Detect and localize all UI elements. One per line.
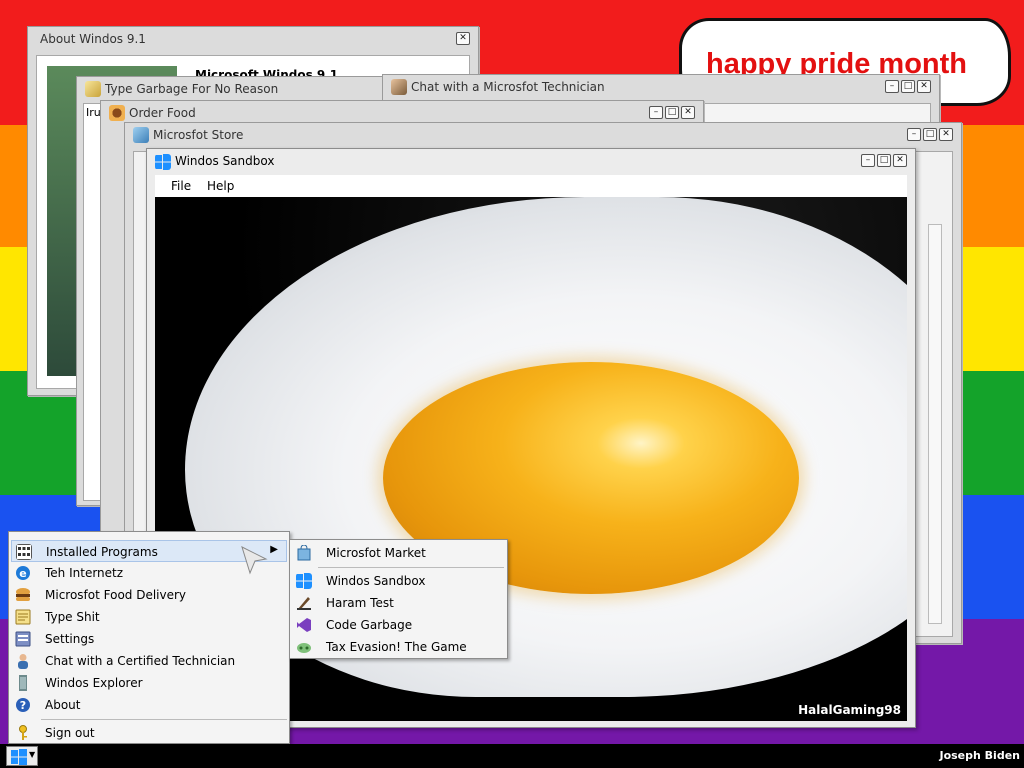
minimize-icon[interactable]: – bbox=[649, 106, 663, 119]
minimize-icon[interactable]: – bbox=[885, 80, 899, 93]
windows-logo-icon bbox=[11, 749, 27, 765]
submenu-item-code-garbage[interactable]: Code Garbage bbox=[292, 614, 506, 636]
installed-programs-submenu: Microsfot Market Windos Sandbox Haram Te… bbox=[289, 539, 508, 659]
type-garbage-title: Type Garbage For No Reason bbox=[105, 82, 279, 96]
technician-icon bbox=[391, 79, 407, 95]
start-item-type-shit[interactable]: Type Shit bbox=[11, 606, 287, 628]
start-item-label: Installed Programs bbox=[46, 545, 158, 559]
store-bag-icon bbox=[297, 545, 311, 561]
start-item-label: Settings bbox=[45, 632, 95, 646]
sandbox-titlebar[interactable]: Windos Sandbox – □ ✕ bbox=[147, 149, 915, 173]
start-item-label: Type Shit bbox=[45, 610, 100, 624]
start-item-settings[interactable]: Settings bbox=[11, 628, 287, 650]
submenu-item-tax-evasion[interactable]: Tax Evasion! The Game bbox=[292, 636, 506, 658]
programs-grid-icon bbox=[16, 544, 32, 560]
help-icon: ? bbox=[16, 698, 30, 712]
start-item-explorer[interactable]: Windos Explorer bbox=[11, 672, 287, 694]
start-item-sign-out[interactable]: Sign out bbox=[11, 722, 287, 744]
submenu-item-haram-test[interactable]: Haram Test bbox=[292, 592, 506, 614]
game-icon bbox=[297, 643, 311, 653]
start-item-label: Sign out bbox=[45, 726, 95, 740]
close-icon[interactable]: ✕ bbox=[893, 154, 907, 167]
chevron-down-icon: ▼ bbox=[29, 750, 36, 759]
svg-text:?: ? bbox=[20, 699, 26, 712]
menu-file[interactable]: File bbox=[171, 179, 191, 193]
submenu-item-label: Tax Evasion! The Game bbox=[326, 640, 467, 654]
burger-icon bbox=[16, 588, 30, 601]
pen-icon bbox=[297, 597, 311, 610]
submenu-item-label: Code Garbage bbox=[326, 618, 413, 632]
start-item-label: Windos Explorer bbox=[45, 676, 143, 690]
order-food-title: Order Food bbox=[129, 106, 196, 120]
technician-icon bbox=[18, 654, 28, 669]
start-item-label: Chat with a Certified Technician bbox=[45, 654, 236, 668]
submenu-item-label: Windos Sandbox bbox=[326, 574, 426, 588]
key-icon bbox=[19, 725, 27, 740]
start-item-about[interactable]: ? About bbox=[11, 694, 287, 716]
maximize-icon[interactable]: □ bbox=[901, 80, 915, 93]
start-item-food-delivery[interactable]: Microsfot Food Delivery bbox=[11, 584, 287, 606]
chat-titlebar[interactable]: Chat with a Microsfot Technician – □ ✕ bbox=[383, 75, 939, 99]
about-titlebar[interactable]: About Windos 9.1 ✕ bbox=[28, 27, 478, 51]
minimize-icon[interactable]: – bbox=[861, 154, 875, 167]
start-item-label: Microsfot Food Delivery bbox=[45, 588, 187, 602]
image-watermark: HalalGaming98 bbox=[798, 703, 901, 717]
type-garbage-titlebar[interactable]: Type Garbage For No Reason bbox=[77, 77, 387, 101]
windows-logo-icon bbox=[155, 154, 171, 170]
chat-window-title: Chat with a Microsfot Technician bbox=[411, 80, 605, 94]
store-window-title: Microsfot Store bbox=[153, 128, 244, 142]
notepad-icon bbox=[85, 81, 101, 97]
taskbar: ▼ Joseph Biden bbox=[0, 744, 1024, 768]
store-bag-icon bbox=[133, 127, 149, 143]
internet-explorer-icon: e bbox=[16, 566, 30, 580]
visual-studio-icon bbox=[297, 618, 311, 632]
settings-icon bbox=[15, 631, 31, 647]
submenu-separator bbox=[318, 567, 504, 568]
explorer-icon bbox=[19, 675, 27, 691]
store-titlebar[interactable]: Microsfot Store – □ ✕ bbox=[125, 123, 961, 147]
submenu-arrow-icon: ▶ bbox=[270, 544, 278, 555]
sandbox-menubar: File Help bbox=[155, 175, 907, 197]
burger-icon bbox=[109, 105, 125, 121]
start-item-label: Teh Internetz bbox=[45, 566, 124, 580]
start-menu-separator bbox=[41, 719, 287, 720]
submenu-item-label: Haram Test bbox=[326, 596, 394, 610]
sandbox-window-title: Windos Sandbox bbox=[175, 154, 275, 168]
maximize-icon[interactable]: □ bbox=[665, 106, 679, 119]
maximize-icon[interactable]: □ bbox=[923, 128, 937, 141]
start-button[interactable]: ▼ bbox=[6, 746, 38, 766]
type-garbage-text: Iru bbox=[86, 106, 101, 119]
close-icon[interactable]: ✕ bbox=[456, 32, 470, 45]
submenu-item-sandbox[interactable]: Windos Sandbox bbox=[292, 570, 506, 592]
close-icon[interactable]: ✕ bbox=[939, 128, 953, 141]
close-icon[interactable]: ✕ bbox=[681, 106, 695, 119]
notepad-icon bbox=[15, 609, 31, 625]
minimize-icon[interactable]: – bbox=[907, 128, 921, 141]
submenu-item-market[interactable]: Microsfot Market bbox=[292, 542, 506, 564]
start-item-label: About bbox=[45, 698, 81, 712]
svg-text:e: e bbox=[19, 567, 26, 580]
submenu-item-label: Microsfot Market bbox=[326, 546, 426, 560]
maximize-icon[interactable]: □ bbox=[877, 154, 891, 167]
taskbar-user-name[interactable]: Joseph Biden bbox=[939, 749, 1020, 762]
menu-help[interactable]: Help bbox=[207, 179, 234, 193]
windows-logo-icon bbox=[296, 573, 312, 589]
about-window-title: About Windos 9.1 bbox=[40, 32, 146, 46]
store-scrollbar[interactable] bbox=[928, 224, 942, 624]
start-item-chat-technician[interactable]: Chat with a Certified Technician bbox=[11, 650, 287, 672]
mouse-cursor-icon bbox=[241, 546, 268, 575]
close-icon[interactable]: ✕ bbox=[917, 80, 931, 93]
